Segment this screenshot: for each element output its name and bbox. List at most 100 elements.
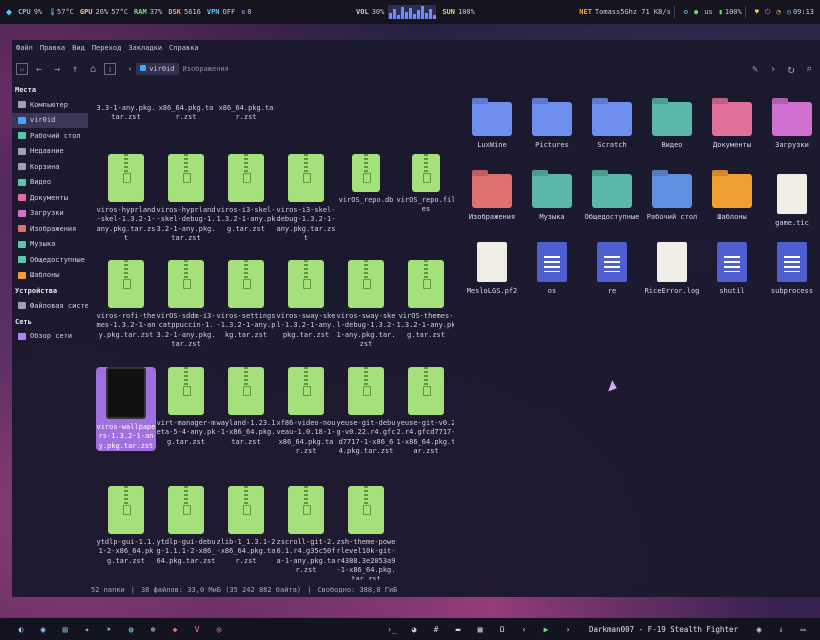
file-item[interactable]: xf86-video-nouveau-1.0.18-1-x86_64.pkg.t…	[276, 367, 336, 456]
power-icon[interactable]: ⏻	[765, 8, 771, 17]
sidebar-device-item[interactable]: Файловая систе...	[12, 298, 88, 314]
file-item[interactable]: viros-hyprland-skel-1.3.2-1-any.pkg.tar.…	[96, 154, 156, 243]
file-item[interactable]: viros-sway-skel-debug-1.3.2-1-any.pkg.ta…	[336, 260, 396, 349]
folder-item[interactable]: Документы	[702, 102, 762, 149]
media-play-icon[interactable]: ▶	[535, 625, 557, 634]
file-item[interactable]: viros-settings-1.3.2-1-any.pkg.tar.zst	[216, 260, 276, 340]
sidebar-place-item[interactable]: Недавние	[12, 144, 88, 160]
bell-icon[interactable]: ◔	[777, 8, 781, 16]
breadcrumb-home[interactable]: vir0id	[136, 63, 179, 75]
document-item[interactable]: re	[582, 242, 642, 295]
file-item[interactable]: ytdlp-gui-1.1.1-2-x86_64.pkg.tar.zst	[96, 486, 156, 566]
menu-bookmarks[interactable]: Закладки	[128, 44, 162, 52]
document-item[interactable]: MesloLGS.pf2	[462, 242, 522, 295]
breadcrumb-images[interactable]: Изображения	[179, 63, 233, 75]
file-item[interactable]: viros-i3-skel-debug-1.3.2-1-any.pkg.tar.…	[276, 154, 336, 243]
folder-item[interactable]: Scratch	[582, 102, 642, 149]
network-indicator[interactable]: NET Tomass5Ghz 71 KB/s	[579, 8, 671, 16]
file-item[interactable]: wayland-1.23.1-1-x86_64.pkg.tar.zst	[216, 367, 276, 447]
arch-logo-icon[interactable]: ◆	[6, 7, 12, 18]
sidebar-place-item[interactable]: Видео	[12, 175, 88, 191]
media-next-icon[interactable]: ›	[557, 625, 579, 634]
file-item[interactable]: x86_64.pkg.tar.zst	[156, 82, 216, 123]
file-item[interactable]: viros-rofi-themes-1.3.2-1-any.pkg.tar.zs…	[96, 260, 156, 340]
file-item[interactable]: ytdlp-gui-debug-1.1.1-2-x86_64.pkg.tar.z…	[156, 486, 216, 566]
document-item[interactable]: RiceError.log	[642, 242, 702, 295]
sidebar-place-item[interactable]: Шаблоны	[12, 268, 88, 284]
breadcrumb-back-icon[interactable]: ‹	[124, 63, 136, 75]
split-view-icon[interactable]: ▯	[104, 63, 116, 75]
settings-app-icon[interactable]: ✦	[76, 625, 98, 634]
eye-icon[interactable]: ◉	[748, 625, 770, 634]
media-previous-icon[interactable]: ‹	[513, 625, 535, 634]
menu-file[interactable]: Файл	[16, 44, 33, 52]
download-icon[interactable]: ⇓	[770, 625, 792, 634]
folder-item[interactable]: Рабочий стол	[642, 174, 702, 221]
brightness-indicator[interactable]: SUN 100%	[442, 8, 475, 16]
file-item[interactable]: zscroll-git-2.0.1.r4.g35c50fa-1-any.pkg.…	[276, 486, 336, 575]
file-item[interactable]: viros-wallpapers-1.3.2-1-any.pkg.tar.zst	[96, 367, 156, 451]
volume-indicator[interactable]: VOL 30%	[356, 8, 384, 16]
headphones-icon[interactable]: Ω	[491, 625, 513, 634]
steam-icon[interactable]: ⊛	[142, 625, 164, 634]
menu-go[interactable]: Переход	[92, 44, 122, 52]
document-item[interactable]: subprocess	[762, 242, 820, 295]
file-item[interactable]: virOS-themes-1.3.2-1-any.pkg.tar.zst	[396, 260, 454, 340]
sidebar-place-item[interactable]: Музыка	[12, 237, 88, 253]
sync-indicator[interactable]: ⇅ 0	[241, 8, 251, 16]
hash-icon[interactable]: #	[425, 625, 447, 634]
file-item[interactable]: viros-hyprland-skel-debug-1.3.2-1-any.pk…	[156, 154, 216, 243]
folder-item[interactable]: Видео	[642, 102, 702, 149]
folder-item[interactable]: Изображения	[462, 174, 522, 221]
file-item[interactable]: zsh-theme-powerlevel10k-git-r4388.3e2053…	[336, 486, 396, 580]
document-item[interactable]: os	[522, 242, 582, 295]
home-icon[interactable]: ⌂	[86, 62, 100, 76]
forward-arrow-icon[interactable]: →	[50, 62, 64, 76]
obs-icon[interactable]: ◎	[208, 625, 230, 634]
menu-edit[interactable]: Правка	[40, 44, 65, 52]
now-playing[interactable]: Darkman007 - F-19 Stealth Fighter	[589, 625, 738, 634]
sidebar-network-item[interactable]: Обзор сети	[12, 329, 88, 345]
firefox-icon[interactable]: ◕	[403, 625, 425, 634]
vpn-indicator[interactable]: VPN OFF	[207, 8, 235, 16]
sidebar-place-item[interactable]: Изображения	[12, 221, 88, 237]
sidebar-place-item[interactable]: Документы	[12, 190, 88, 206]
file-item[interactable]: viros-sway-skel-1.3.2-1-any.pkg.tar.zst	[276, 260, 336, 340]
folder-item[interactable]: Pictures	[522, 102, 582, 149]
file-item[interactable]: viros-i3-skel-1.3.2-1-any.pkg.tar.zst	[216, 154, 276, 234]
up-arrow-icon[interactable]: ↑	[68, 62, 82, 76]
vim-icon[interactable]: V	[186, 625, 208, 634]
tray-settings-icon[interactable]: ⚙	[684, 8, 688, 16]
reload-icon[interactable]: ↻	[784, 62, 798, 76]
folder-item[interactable]: Шаблоны	[702, 174, 762, 221]
browser-icon[interactable]: ◉	[32, 625, 54, 634]
file-item[interactable]: zlib-1_1.3.1-2-x86_64.pkg.tar.zst	[216, 486, 276, 566]
breadcrumb-forward-icon[interactable]: ›	[766, 62, 780, 76]
sidebar-place-item[interactable]: Рабочий стол	[12, 128, 88, 144]
sidebar-place-item[interactable]: Общедоступные	[12, 252, 88, 268]
sidebar-place-item[interactable]: Компьютер	[12, 97, 88, 113]
heart-icon[interactable]: ♥	[755, 8, 759, 16]
display-icon[interactable]: ▭	[792, 625, 814, 634]
folder-item[interactable]: Общедоступные	[582, 174, 642, 221]
sidebar-place-item[interactable]: Загрузки	[12, 206, 88, 222]
file-item[interactable]: yeuse-git-v0.22.r4.gfcd7717-1-x86_64.pkg…	[396, 367, 454, 456]
folder-item[interactable]: Музыка	[522, 174, 582, 221]
file-item[interactable]: virOS-sddm-i3-catppuccin-1.3.2-1-any.pkg…	[156, 260, 216, 349]
tray-shield-icon[interactable]: ●	[694, 8, 698, 16]
clock[interactable]: ◷ 09:13	[787, 8, 814, 16]
telegram-icon[interactable]: ➤	[98, 625, 120, 634]
sidebar-place-item[interactable]: Корзина	[12, 159, 88, 175]
folder-item[interactable]: LuxWine	[462, 102, 522, 149]
file-item[interactable]: x86_64.pkg.tar.zst	[216, 82, 276, 123]
edit-path-icon[interactable]: ✎	[748, 62, 762, 76]
file-item[interactable]: 3.3-1-any.pkg.tar.zst	[96, 82, 156, 123]
folder-app-icon[interactable]: ▬	[447, 625, 469, 634]
back-arrow-icon[interactable]: ←	[32, 62, 46, 76]
menu-view[interactable]: Вид	[72, 44, 85, 52]
search-icon[interactable]: ⌕	[802, 62, 816, 76]
terminal-icon[interactable]: ›_	[381, 625, 403, 634]
side-panel-toggle-icon[interactable]: ▭	[16, 63, 28, 75]
file-item[interactable]: yeuse-git-debug-v0.22.r4.gfcd7717-1-x86_…	[336, 367, 396, 456]
file-item[interactable]: virOS_repo.files	[396, 154, 454, 215]
